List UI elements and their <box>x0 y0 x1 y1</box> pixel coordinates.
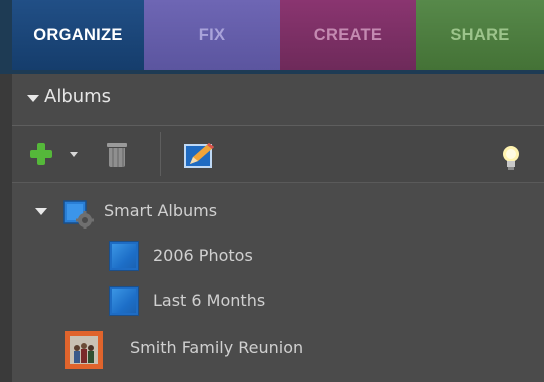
tree-row-last-6-months[interactable]: Last 6 Months <box>12 278 544 322</box>
tree-label-2006-photos: 2006 Photos <box>153 246 253 265</box>
workspace-tab-bar: ORGANIZE FIX CREATE SHARE <box>0 0 544 74</box>
tree-label-smart-albums: Smart Albums <box>104 201 218 220</box>
chevron-down-icon[interactable] <box>70 152 78 157</box>
tree-label-last-6-months: Last 6 Months <box>153 291 266 310</box>
trash-icon[interactable] <box>107 143 127 167</box>
tab-organize[interactable]: ORGANIZE <box>12 0 144 70</box>
photo-album-icon <box>65 331 103 369</box>
albums-tree: Smart Albums 2006 Photos Last 6 Months S… <box>12 184 544 382</box>
tab-share[interactable]: SHARE <box>416 0 544 70</box>
albums-panel-header[interactable]: Albums <box>12 74 544 126</box>
plus-icon[interactable] <box>30 143 52 165</box>
pencil-icon[interactable] <box>184 142 216 168</box>
albums-toolbar <box>12 126 544 183</box>
album-icon <box>109 286 139 316</box>
tab-create[interactable]: CREATE <box>280 0 416 70</box>
collapse-triangle-icon[interactable] <box>27 95 39 102</box>
panel-left-edge <box>0 74 12 382</box>
tree-label-smith-family-reunion: Smith Family Reunion <box>130 338 304 357</box>
lightbulb-icon[interactable] <box>502 145 520 171</box>
tree-row-smith-family-reunion[interactable]: Smith Family Reunion <box>12 322 544 369</box>
toolbar-divider <box>160 132 161 176</box>
tree-row-smart-albums[interactable]: Smart Albums <box>12 188 544 232</box>
album-icon <box>109 241 139 271</box>
tree-row-2006-photos[interactable]: 2006 Photos <box>12 233 544 277</box>
albums-panel-title: Albums <box>44 86 112 107</box>
smart-album-icon <box>63 200 94 229</box>
albums-panel: Albums Smart Albums 2006 Photos Last 6 M… <box>12 74 544 382</box>
tab-fix[interactable]: FIX <box>144 0 280 70</box>
disclosure-triangle-icon[interactable] <box>35 208 47 215</box>
